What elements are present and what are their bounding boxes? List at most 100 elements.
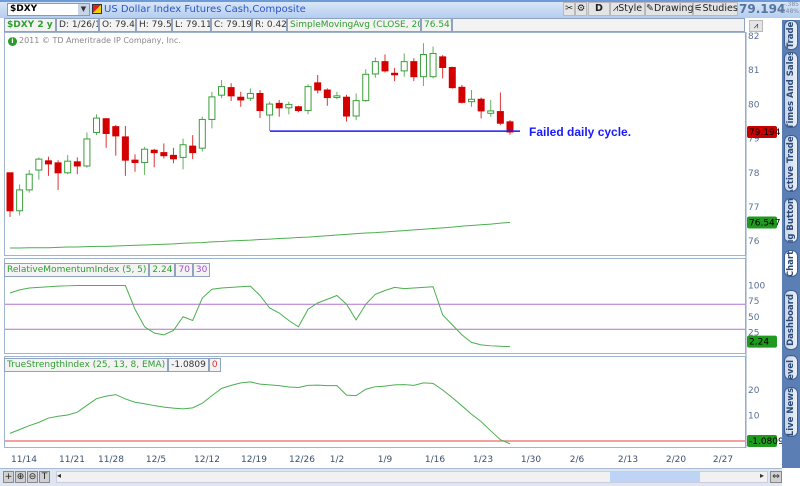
sma-line xyxy=(10,221,511,249)
candle-body xyxy=(93,117,101,133)
candle-body xyxy=(352,100,360,117)
sidebar-tab-label: Active Trader xyxy=(786,135,796,192)
sidebar-tab-chart[interactable]: Chart xyxy=(784,250,798,277)
tsi-tick-label: 10 xyxy=(748,412,760,422)
candle-body xyxy=(439,56,447,68)
candle-body xyxy=(73,161,81,167)
candle-body xyxy=(208,96,216,120)
tsi-badge: -1.0809 xyxy=(749,437,784,447)
candle-body xyxy=(448,66,456,89)
date-tick-label: 11/14 xyxy=(11,455,37,465)
candle-body xyxy=(150,149,158,154)
rmi-badge: 2.24 xyxy=(749,338,769,348)
date-tick-label: 12/5 xyxy=(146,455,166,465)
candle-body xyxy=(468,98,476,103)
tsi-line xyxy=(9,381,511,445)
candle-body xyxy=(83,138,91,167)
sidebar-tab-times-and-sales[interactable]: Times And Sales xyxy=(784,52,798,128)
candle-body xyxy=(169,154,177,160)
date-tick-label: 1/30 xyxy=(521,455,541,465)
sidebar-tab-label: Big Buttons xyxy=(786,198,796,243)
sma-badge: 76.547 xyxy=(749,218,781,228)
annotation-text: Failed daily cycle. xyxy=(529,125,631,139)
candle-body xyxy=(314,82,322,91)
candle-body xyxy=(64,160,72,174)
date-tick-label: 2/13 xyxy=(618,455,638,465)
candle-body xyxy=(458,86,466,103)
date-tick-label: 1/9 xyxy=(378,455,393,465)
candle-body xyxy=(256,92,264,112)
chart-canvas[interactable]: 8281807978777679.19476.5471007550252.242… xyxy=(0,0,800,486)
date-tick-label: 11/28 xyxy=(98,455,124,465)
sidebar-tab-label: Dashboard xyxy=(786,294,796,346)
candle-body xyxy=(294,106,302,112)
candle-body xyxy=(429,52,437,78)
date-tick-label: 2/6 xyxy=(570,455,585,465)
date-tick-label: 1/2 xyxy=(330,455,344,465)
sidebar-tab-label: Chart xyxy=(786,250,796,277)
sidebar-tab-label: Trade xyxy=(786,21,796,49)
scrollbar-thumb[interactable] xyxy=(610,472,700,482)
zoom-in-icon[interactable]: ⊕ xyxy=(15,471,26,483)
zoom-out-icon[interactable]: ⊖ xyxy=(27,471,38,483)
candle-body xyxy=(381,61,389,72)
date-tick-label: 12/26 xyxy=(289,455,315,465)
fit-width-icon[interactable]: ⇔ xyxy=(770,471,782,483)
candle-body xyxy=(25,173,33,191)
sidebar-tab-label: Times And Sales xyxy=(786,52,796,128)
candle-body xyxy=(112,126,120,137)
sidebar-tab-label: Live News xyxy=(786,387,796,437)
scroll-left-icon[interactable]: ◂ xyxy=(57,471,61,480)
candle-body xyxy=(44,160,52,165)
candle-body xyxy=(477,98,485,112)
tsi-tick-label: 20 xyxy=(748,386,760,396)
date-tick-label: 12/19 xyxy=(241,455,267,465)
sidebar-tab-label: Level II xyxy=(786,355,796,380)
text-tool-icon[interactable]: T xyxy=(39,471,50,483)
sidebar-tab-dashboard[interactable]: Dashboard xyxy=(784,290,798,350)
candle-body xyxy=(419,53,427,78)
price-tick-label: 80 xyxy=(748,100,760,110)
candle-body xyxy=(189,145,197,154)
candle-body xyxy=(218,86,226,96)
date-tick-label: 11/21 xyxy=(59,455,85,465)
candle-body xyxy=(333,95,341,99)
candle-body xyxy=(323,89,331,99)
price-tick-label: 77 xyxy=(748,203,759,213)
candle-body xyxy=(487,110,495,114)
sidebar: Trade Times And Sales Active Trader Big But… xyxy=(782,20,800,468)
price-tick-label: 76 xyxy=(748,237,760,247)
sidebar-tab-level-ii[interactable]: Level II xyxy=(784,355,798,380)
rmi-line xyxy=(9,285,510,348)
crosshair-icon[interactable]: + xyxy=(3,471,14,483)
candle-body xyxy=(371,61,379,75)
sidebar-tab-trade[interactable]: Trade xyxy=(784,20,798,50)
candle-body xyxy=(237,96,245,101)
candle-body xyxy=(400,61,408,72)
candle-body xyxy=(391,72,399,76)
sidebar-tab-live-news[interactable]: Live News xyxy=(784,387,798,437)
rmi-tick-label: 75 xyxy=(748,297,759,307)
candle-body xyxy=(102,118,110,134)
date-tick-label: 12/12 xyxy=(194,455,220,465)
candle-body xyxy=(246,92,254,99)
candle-body xyxy=(362,73,370,102)
sidebar-tab-active-trader[interactable]: Active Trader xyxy=(784,135,798,192)
price-tick-label: 82 xyxy=(748,32,759,42)
candle-body xyxy=(16,189,24,212)
sidebar-tab-big-buttons[interactable]: Big Buttons xyxy=(784,198,798,243)
date-tick-label: 2/20 xyxy=(666,455,686,465)
candle-body xyxy=(179,144,187,158)
candle-body xyxy=(285,103,293,109)
last-price-badge: 79.194 xyxy=(749,128,781,138)
date-tick-label: 1/16 xyxy=(425,455,445,465)
rmi-tick-label: 50 xyxy=(748,313,760,323)
candle-body xyxy=(275,102,283,109)
candle-body xyxy=(6,172,14,212)
candle-body xyxy=(343,96,351,117)
candle-body xyxy=(141,148,149,164)
scroll-right-icon[interactable]: ▸ xyxy=(760,471,764,480)
candle-body xyxy=(304,86,312,112)
date-tick-label: 2/27 xyxy=(713,455,733,465)
candle-body xyxy=(54,162,62,174)
